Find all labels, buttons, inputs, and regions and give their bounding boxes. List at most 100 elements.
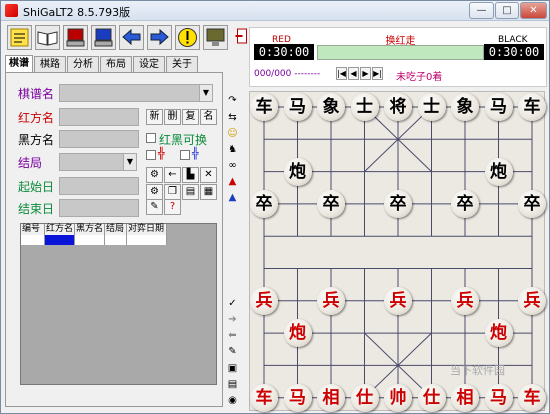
red-piece[interactable]: 车 xyxy=(250,383,278,412)
black-piece[interactable]: 象 xyxy=(451,93,479,121)
black-piece[interactable]: 马 xyxy=(283,93,312,121)
book-button[interactable] xyxy=(35,25,60,50)
back-arrow-button[interactable] xyxy=(119,25,144,50)
black-mark-checkbox[interactable] xyxy=(180,150,190,160)
capture-status: 未吃子0着 xyxy=(396,72,443,83)
red-piece[interactable]: 马 xyxy=(484,383,513,412)
black-piece[interactable]: 士 xyxy=(350,93,379,121)
red-piece[interactable]: 兵 xyxy=(250,286,278,315)
mascot-button[interactable]: ♞ xyxy=(225,142,240,157)
tool-2-button[interactable]: ← xyxy=(164,167,181,183)
edit-pos-button[interactable]: ✎ xyxy=(225,344,240,359)
tool-7-button[interactable]: ▤ xyxy=(182,184,199,200)
red-piece[interactable]: 仕 xyxy=(350,383,379,412)
xiangqi-board[interactable]: 当下软件园 车马象士将士象马车炮炮卒卒卒卒卒兵兵兵兵兵炮炮车马相仕帅仕相马车 xyxy=(249,91,546,412)
black-piece[interactable]: 车 xyxy=(250,93,278,121)
tool-8-button[interactable]: ▦ xyxy=(200,184,217,200)
red-piece[interactable]: 相 xyxy=(451,383,479,412)
tool-1-button[interactable]: ⚙ xyxy=(146,167,163,183)
tab-path[interactable]: 棋路 xyxy=(34,56,66,72)
black-piece[interactable]: 卒 xyxy=(317,189,345,218)
red-alert-button[interactable]: ▲ xyxy=(225,174,240,189)
notes-button[interactable] xyxy=(7,25,32,50)
grid-cell xyxy=(75,235,105,245)
black-piece[interactable]: 象 xyxy=(317,93,345,121)
swap-checkbox[interactable] xyxy=(146,133,156,143)
table-row[interactable] xyxy=(21,235,167,245)
rotate-button[interactable]: ↷ xyxy=(225,93,240,108)
check-button[interactable]: ✓ xyxy=(225,296,240,311)
tool-5-button[interactable]: ⚙ xyxy=(146,184,163,200)
tab-about[interactable]: 关于 xyxy=(166,56,198,72)
red-piece[interactable]: 兵 xyxy=(317,286,345,315)
black-clock: 0:30:00 xyxy=(484,44,544,60)
arrow-left-small-button[interactable]: ⬅ xyxy=(225,328,240,343)
tool-6-button[interactable]: ❐ xyxy=(164,184,181,200)
undo-button[interactable]: ◉ xyxy=(225,393,240,408)
black-piece[interactable]: 卒 xyxy=(250,189,278,218)
tool-10-button[interactable]: ? xyxy=(164,199,181,215)
black-piece[interactable]: 车 xyxy=(518,93,546,121)
start-date-field[interactable] xyxy=(59,177,139,195)
red-name-field[interactable] xyxy=(59,108,139,126)
swap-side-button[interactable]: ⇆ xyxy=(225,110,240,125)
close-button[interactable]: ✕ xyxy=(520,2,547,19)
tool-4-button[interactable]: ✕ xyxy=(200,167,217,183)
save-pos-button[interactable]: ▣ xyxy=(225,361,240,376)
black-piece[interactable]: 将 xyxy=(384,93,412,121)
new-record-button[interactable]: 新 xyxy=(146,109,163,125)
red-piece[interactable]: 兵 xyxy=(384,286,412,315)
forward-arrow-button[interactable] xyxy=(147,25,172,50)
tool-9-button[interactable]: ✎ xyxy=(146,199,163,215)
exit-button[interactable] xyxy=(231,25,247,50)
red-piece[interactable]: 炮 xyxy=(283,319,312,348)
black-name-field[interactable] xyxy=(59,130,139,148)
tab-settings[interactable]: 设定 xyxy=(133,56,165,72)
black-piece[interactable]: 卒 xyxy=(384,189,412,218)
record-grid[interactable]: 编号 红方名 黑方名 结局 对弈日期 xyxy=(20,223,217,385)
maximize-button[interactable]: □ xyxy=(495,2,519,19)
delete-record-button[interactable]: 删 xyxy=(164,109,181,125)
red-piece[interactable]: 兵 xyxy=(518,286,546,315)
tool-3-button[interactable]: ▙ xyxy=(182,167,199,183)
blue-alert-button[interactable]: ▲ xyxy=(225,190,240,205)
red-piece[interactable]: 帅 xyxy=(384,383,412,412)
result-combo[interactable]: ▼ xyxy=(59,153,137,171)
record-name-combo[interactable]: ▼ xyxy=(59,84,213,102)
minimize-button[interactable]: — xyxy=(469,2,494,19)
warning-button[interactable] xyxy=(175,25,200,50)
computer-blue-button[interactable] xyxy=(91,25,116,50)
end-date-field[interactable] xyxy=(59,199,139,217)
black-piece[interactable]: 炮 xyxy=(283,157,312,186)
computer-red-button[interactable] xyxy=(63,25,88,50)
black-piece[interactable]: 士 xyxy=(417,93,446,121)
record-form-panel: 棋谱名 ▼ 红方名 新 删 复 名 黑方名 红黑可换 结局 ▼ ╬ ╬ ⚙ ← … xyxy=(5,72,223,407)
red-piece[interactable]: 兵 xyxy=(451,286,479,315)
hint-button[interactable]: ☺ xyxy=(225,126,240,141)
black-piece[interactable]: 卒 xyxy=(518,189,546,218)
black-piece[interactable]: 马 xyxy=(484,93,513,121)
prev-move-button[interactable]: ◀ xyxy=(348,67,359,80)
red-piece[interactable]: 车 xyxy=(518,383,546,412)
monitor-button[interactable] xyxy=(203,25,228,50)
red-piece[interactable]: 相 xyxy=(317,383,345,412)
red-piece[interactable]: 炮 xyxy=(484,319,513,348)
next-move-button[interactable]: ▶ xyxy=(360,67,371,80)
red-mark-checkbox[interactable] xyxy=(146,150,156,160)
black-piece[interactable]: 卒 xyxy=(451,189,479,218)
black-piece[interactable]: 炮 xyxy=(484,157,513,186)
arrow-right-small-button[interactable]: ➔ xyxy=(225,312,240,327)
note-pos-button[interactable]: ▤ xyxy=(225,377,240,392)
first-move-button[interactable]: |◀ xyxy=(336,67,347,80)
move-display xyxy=(317,45,484,60)
tab-record[interactable]: 棋谱 xyxy=(5,55,33,73)
tab-layout[interactable]: 布局 xyxy=(100,56,132,72)
return-icon: ← xyxy=(168,169,177,180)
copy-record-button[interactable]: 复 xyxy=(182,109,199,125)
rename-record-button[interactable]: 名 xyxy=(200,109,217,125)
red-piece[interactable]: 马 xyxy=(283,383,312,412)
red-piece[interactable]: 仕 xyxy=(417,383,446,412)
tab-analysis[interactable]: 分析 xyxy=(67,56,99,72)
binoculars-button[interactable]: ∞ xyxy=(225,158,240,173)
last-move-button[interactable]: ▶| xyxy=(372,67,383,80)
